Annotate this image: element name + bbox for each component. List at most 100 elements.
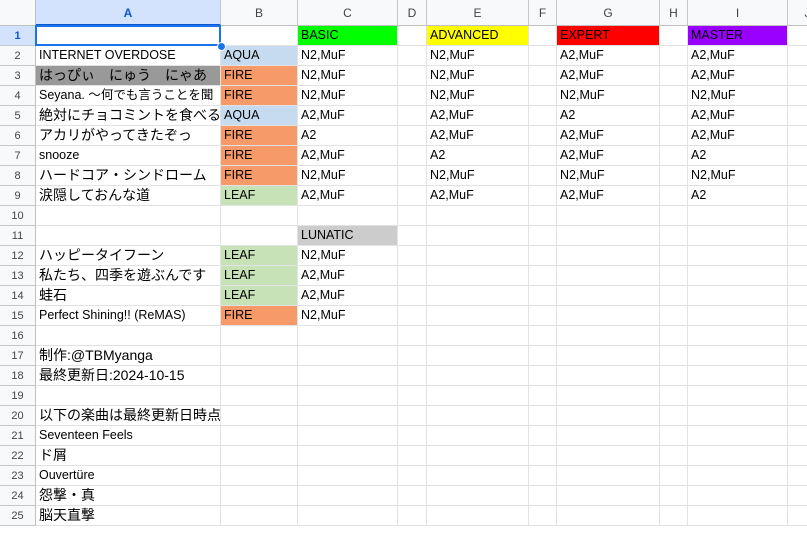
cell-j3[interactable] (788, 66, 807, 86)
cell-e5[interactable]: A2,MuF (427, 106, 529, 126)
cell-f8[interactable] (529, 166, 557, 186)
cell-b15[interactable]: FIRE (221, 306, 298, 326)
cell-f9[interactable] (529, 186, 557, 206)
cell-f10[interactable] (529, 206, 557, 226)
cell-g8[interactable]: N2,MuF (557, 166, 660, 186)
cell-a15[interactable]: Perfect Shining!! (ReMAS) (36, 306, 221, 326)
cell-a21[interactable]: Seventeen Feels (36, 426, 221, 446)
cell-j6[interactable] (788, 126, 807, 146)
cell-b3[interactable]: FIRE (221, 66, 298, 86)
cell-c16[interactable] (298, 326, 398, 346)
cell-j8[interactable] (788, 166, 807, 186)
cell-j7[interactable] (788, 146, 807, 166)
cell-h23[interactable] (660, 466, 688, 486)
cell-f11[interactable] (529, 226, 557, 246)
cell-j19[interactable] (788, 386, 807, 406)
cell-a11[interactable] (36, 226, 221, 246)
cell-a9[interactable]: 涙隠しておんな道 (36, 186, 221, 206)
cell-c1[interactable]: BASIC (298, 26, 398, 46)
cell-h6[interactable] (660, 126, 688, 146)
cell-c13[interactable]: A2,MuF (298, 266, 398, 286)
cell-g16[interactable] (557, 326, 660, 346)
cell-g24[interactable] (557, 486, 660, 506)
row-header-2[interactable]: 2 (0, 46, 36, 66)
cell-c19[interactable] (298, 386, 398, 406)
cell-c12[interactable]: N2,MuF (298, 246, 398, 266)
cell-d18[interactable] (398, 366, 427, 386)
cell-f13[interactable] (529, 266, 557, 286)
cell-e25[interactable] (427, 506, 529, 526)
cell-f4[interactable] (529, 86, 557, 106)
cell-f23[interactable] (529, 466, 557, 486)
column-header-d[interactable]: D (398, 0, 427, 26)
cell-h8[interactable] (660, 166, 688, 186)
cell-i1[interactable]: MASTER (688, 26, 788, 46)
cell-h22[interactable] (660, 446, 688, 466)
cell-e21[interactable] (427, 426, 529, 446)
cell-h12[interactable] (660, 246, 688, 266)
cell-e4[interactable]: N2,MuF (427, 86, 529, 106)
cell-d4[interactable] (398, 86, 427, 106)
cell-e17[interactable] (427, 346, 529, 366)
cell-b10[interactable] (221, 206, 298, 226)
cell-e2[interactable]: N2,MuF (427, 46, 529, 66)
cell-j13[interactable] (788, 266, 807, 286)
column-header-f[interactable]: F (529, 0, 557, 26)
cell-f5[interactable] (529, 106, 557, 126)
cell-a3[interactable]: はっぴぃ にゅう にゃあ (36, 66, 221, 86)
column-header-b[interactable]: B (221, 0, 298, 26)
row-header-6[interactable]: 6 (0, 126, 36, 146)
cell-f16[interactable] (529, 326, 557, 346)
row-header-3[interactable]: 3 (0, 66, 36, 86)
cell-g7[interactable]: A2,MuF (557, 146, 660, 166)
cell-h21[interactable] (660, 426, 688, 446)
cell-h4[interactable] (660, 86, 688, 106)
cell-a14[interactable]: 蛙石 (36, 286, 221, 306)
row-header-8[interactable]: 8 (0, 166, 36, 186)
cell-j15[interactable] (788, 306, 807, 326)
cell-e15[interactable] (427, 306, 529, 326)
cell-h25[interactable] (660, 506, 688, 526)
cell-i4[interactable]: N2,MuF (688, 86, 788, 106)
cell-g10[interactable] (557, 206, 660, 226)
cell-d1[interactable] (398, 26, 427, 46)
cell-c11[interactable]: LUNATIC (298, 226, 398, 246)
cell-i11[interactable] (688, 226, 788, 246)
cell-j16[interactable] (788, 326, 807, 346)
row-header-16[interactable]: 16 (0, 326, 36, 346)
cell-e22[interactable] (427, 446, 529, 466)
cell-h17[interactable] (660, 346, 688, 366)
cell-d3[interactable] (398, 66, 427, 86)
cell-i6[interactable]: A2,MuF (688, 126, 788, 146)
cell-f21[interactable] (529, 426, 557, 446)
cell-d22[interactable] (398, 446, 427, 466)
cell-f7[interactable] (529, 146, 557, 166)
row-header-25[interactable]: 25 (0, 506, 36, 526)
cell-h9[interactable] (660, 186, 688, 206)
cell-b19[interactable] (221, 386, 298, 406)
cell-j9[interactable] (788, 186, 807, 206)
cell-f22[interactable] (529, 446, 557, 466)
cell-b2[interactable]: AQUA (221, 46, 298, 66)
cell-e3[interactable]: N2,MuF (427, 66, 529, 86)
cell-d14[interactable] (398, 286, 427, 306)
cell-f1[interactable] (529, 26, 557, 46)
cell-e20[interactable] (427, 406, 529, 426)
cell-f3[interactable] (529, 66, 557, 86)
cell-i24[interactable] (688, 486, 788, 506)
cell-a18[interactable]: 最終更新日:2024-10-15 (36, 366, 221, 386)
column-header-j[interactable]: J (788, 0, 807, 26)
cell-g4[interactable]: N2,MuF (557, 86, 660, 106)
cell-d8[interactable] (398, 166, 427, 186)
cell-a16[interactable] (36, 326, 221, 346)
cell-i10[interactable] (688, 206, 788, 226)
cell-g20[interactable] (557, 406, 660, 426)
cell-f19[interactable] (529, 386, 557, 406)
cell-i2[interactable]: A2,MuF (688, 46, 788, 66)
cell-d9[interactable] (398, 186, 427, 206)
cell-d23[interactable] (398, 466, 427, 486)
cell-a5[interactable]: 絶対にチョコミントを食べるアオ (36, 106, 221, 126)
cell-j14[interactable] (788, 286, 807, 306)
cell-c8[interactable]: N2,MuF (298, 166, 398, 186)
cell-e18[interactable] (427, 366, 529, 386)
